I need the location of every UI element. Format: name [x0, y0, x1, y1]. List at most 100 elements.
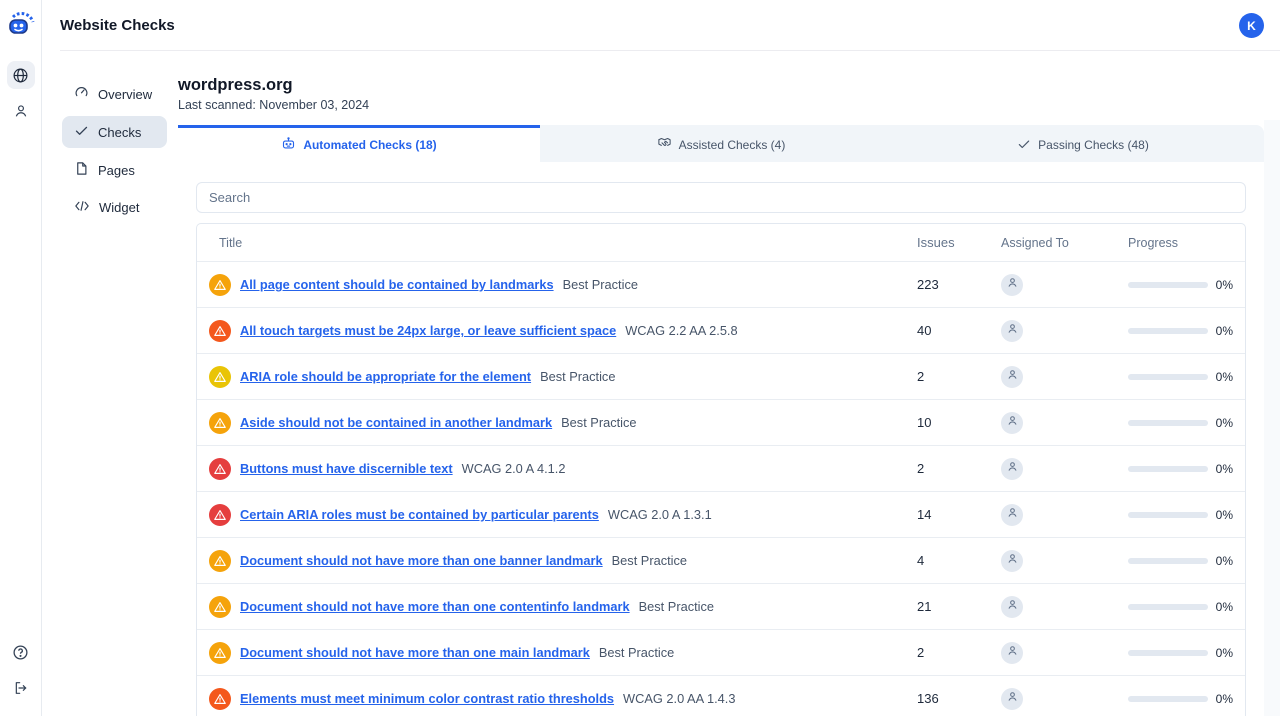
check-standard: WCAG 2.2 AA 2.5.8	[625, 323, 737, 338]
check-title-cell: ARIA role should be appropriate for the …	[197, 366, 917, 388]
tab-label: Assisted Checks (4)	[679, 138, 786, 152]
logout-button[interactable]	[7, 674, 35, 702]
sidebar: Overview Checks	[42, 51, 177, 716]
table-row: Document should not have more than one m…	[197, 629, 1245, 675]
assign-user-button[interactable]	[1001, 642, 1023, 664]
issues-count: 2	[917, 461, 1001, 476]
sidebar-item-widget[interactable]: Widget	[62, 192, 167, 223]
sidebar-item-label: Widget	[99, 200, 139, 215]
tab-label: Automated Checks (18)	[303, 138, 436, 152]
robot-logo-icon[interactable]	[6, 9, 36, 39]
assigned-cell	[1001, 412, 1128, 434]
column-header-progress: Progress	[1128, 236, 1245, 250]
check-link[interactable]: All page content should be contained by …	[240, 277, 554, 292]
progress-percent: 0%	[1216, 324, 1233, 338]
robot-icon	[281, 136, 296, 154]
check-standard: Best Practice	[612, 553, 687, 568]
table-row: All page content should be contained by …	[197, 261, 1245, 307]
check-link[interactable]: All touch targets must be 24px large, or…	[240, 323, 616, 338]
assign-user-button[interactable]	[1001, 320, 1023, 342]
assigned-cell	[1001, 458, 1128, 480]
check-link[interactable]: Document should not have more than one m…	[240, 645, 590, 660]
tab-passing-checks[interactable]: Passing Checks (48)	[902, 125, 1264, 162]
search-input[interactable]	[196, 182, 1246, 213]
sidebar-item-label: Pages	[98, 163, 135, 178]
icon-rail	[0, 0, 42, 716]
assigned-cell	[1001, 550, 1128, 572]
assigned-cell	[1001, 504, 1128, 526]
table-row: Elements must meet minimum color contras…	[197, 675, 1245, 716]
progress-cell: 0%	[1128, 462, 1245, 476]
issues-count: 4	[917, 553, 1001, 568]
issues-count: 223	[917, 277, 1001, 292]
severity-warning-icon	[209, 458, 231, 480]
check-link[interactable]: Aside should not be contained in another…	[240, 415, 552, 430]
tab-bar: Automated Checks (18) Assisted Checks (4…	[178, 125, 1264, 162]
user-avatar[interactable]: K	[1239, 13, 1264, 38]
progress-bar	[1128, 650, 1208, 656]
check-standard: Best Practice	[599, 645, 674, 660]
check-link[interactable]: Elements must meet minimum color contras…	[240, 691, 614, 706]
check-title-cell: Document should not have more than one m…	[197, 642, 917, 664]
progress-bar	[1128, 466, 1208, 472]
check-standard: Best Practice	[561, 415, 636, 430]
issues-count: 2	[917, 645, 1001, 660]
help-button[interactable]	[7, 638, 35, 666]
severity-warning-icon	[209, 688, 231, 710]
progress-percent: 0%	[1216, 692, 1233, 706]
progress-cell: 0%	[1128, 370, 1245, 384]
column-header-assigned: Assigned To	[1001, 236, 1128, 250]
progress-bar	[1128, 558, 1208, 564]
check-link[interactable]: Certain ARIA roles must be contained by …	[240, 507, 599, 522]
progress-bar	[1128, 512, 1208, 518]
person-icon	[13, 103, 29, 119]
tab-label: Passing Checks (48)	[1038, 138, 1149, 152]
progress-cell: 0%	[1128, 508, 1245, 522]
progress-cell: 0%	[1128, 554, 1245, 568]
sidebar-item-pages[interactable]: Pages	[62, 154, 167, 186]
globe-nav-button[interactable]	[7, 61, 35, 89]
code-icon	[74, 199, 90, 216]
person-icon	[1006, 276, 1019, 294]
check-link[interactable]: Document should not have more than one c…	[240, 599, 630, 614]
check-standard: WCAG 2.0 A 4.1.2	[462, 461, 566, 476]
table-row: Buttons must have discernible text WCAG …	[197, 445, 1245, 491]
sidebar-item-overview[interactable]: Overview	[62, 78, 167, 110]
app-root: Website Checks K Overview	[0, 0, 1280, 716]
assign-user-button[interactable]	[1001, 688, 1023, 710]
tab-automated-checks[interactable]: Automated Checks (18)	[178, 125, 540, 162]
assign-user-button[interactable]	[1001, 412, 1023, 434]
severity-warning-icon	[209, 320, 231, 342]
progress-bar	[1128, 282, 1208, 288]
assign-user-button[interactable]	[1001, 504, 1023, 526]
check-icon	[74, 123, 89, 141]
assign-user-button[interactable]	[1001, 274, 1023, 296]
progress-cell: 0%	[1128, 600, 1245, 614]
handshake-icon	[657, 136, 672, 154]
checks-table: Title Issues Assigned To Progress All pa…	[196, 223, 1246, 716]
assigned-cell	[1001, 274, 1128, 296]
check-title-cell: All touch targets must be 24px large, or…	[197, 320, 917, 342]
checks-panel: Title Issues Assigned To Progress All pa…	[178, 162, 1264, 716]
severity-warning-icon	[209, 504, 231, 526]
account-nav-button[interactable]	[7, 97, 35, 125]
assign-user-button[interactable]	[1001, 550, 1023, 572]
tab-assisted-checks[interactable]: Assisted Checks (4)	[540, 125, 902, 162]
check-link[interactable]: ARIA role should be appropriate for the …	[240, 369, 531, 384]
table-row: Document should not have more than one b…	[197, 537, 1245, 583]
table-body: All page content should be contained by …	[197, 261, 1245, 716]
check-title-cell: Buttons must have discernible text WCAG …	[197, 458, 917, 480]
check-link[interactable]: Buttons must have discernible text	[240, 461, 453, 476]
assign-user-button[interactable]	[1001, 366, 1023, 388]
content-area: wordpress.org Last scanned: November 03,…	[177, 51, 1280, 716]
assign-user-button[interactable]	[1001, 458, 1023, 480]
check-standard: WCAG 2.0 A 1.3.1	[608, 507, 712, 522]
assign-user-button[interactable]	[1001, 596, 1023, 618]
check-standard: Best Practice	[540, 369, 615, 384]
check-link[interactable]: Document should not have more than one b…	[240, 553, 603, 568]
severity-warning-icon	[209, 642, 231, 664]
sidebar-item-checks[interactable]: Checks	[62, 116, 167, 148]
check-standard: Best Practice	[563, 277, 638, 292]
table-row: Certain ARIA roles must be contained by …	[197, 491, 1245, 537]
person-icon	[1006, 690, 1019, 708]
